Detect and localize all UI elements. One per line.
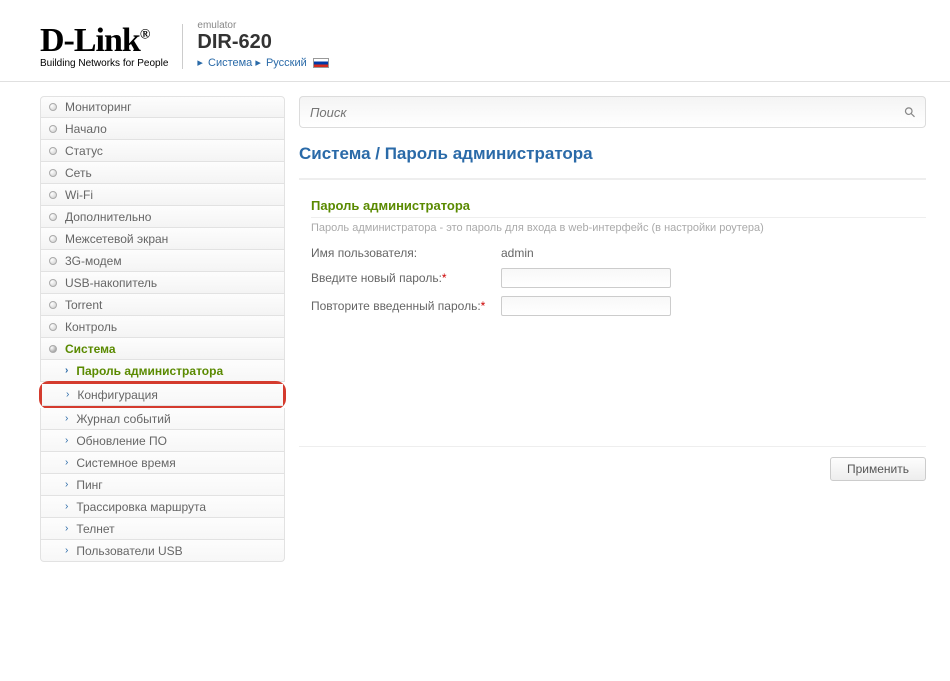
new-password-input[interactable] bbox=[501, 268, 671, 288]
chevron-right-icon: ▸ bbox=[255, 57, 261, 69]
chevron-right-icon: › bbox=[65, 435, 68, 446]
sub-systime[interactable]: ›Системное время bbox=[40, 452, 285, 474]
bullet-icon bbox=[49, 323, 57, 331]
sub-telnet[interactable]: ›Телнет bbox=[40, 518, 285, 540]
main-content: ⚲ Система / Пароль администратора Пароль… bbox=[299, 96, 950, 562]
flag-ru-icon bbox=[313, 58, 329, 68]
nav-status[interactable]: Статус bbox=[40, 140, 285, 162]
newpass-label: Введите новый пароль:* bbox=[311, 271, 501, 285]
sub-usb-users[interactable]: ›Пользователи USB bbox=[40, 540, 285, 562]
nav-start[interactable]: Начало bbox=[40, 118, 285, 140]
model-name: DIR-620 bbox=[197, 31, 328, 54]
nav-control[interactable]: Контроль bbox=[40, 316, 285, 338]
sidebar: Мониторинг Начало Статус Сеть Wi-Fi Допо… bbox=[40, 96, 285, 562]
header: D-Link® Building Networks for People emu… bbox=[0, 0, 950, 82]
page-title: Система / Пароль администратора bbox=[299, 144, 926, 180]
bullet-icon bbox=[49, 235, 57, 243]
brand-tagline: Building Networks for People bbox=[40, 58, 168, 69]
form-row-username: Имя пользователя: admin bbox=[311, 246, 926, 260]
apply-button[interactable]: Применить bbox=[830, 457, 926, 481]
emulator-label: emulator bbox=[197, 20, 328, 31]
chevron-right-icon: › bbox=[65, 479, 68, 490]
search-box[interactable]: ⚲ bbox=[299, 96, 926, 128]
breadcrumb: ▸ Система ▸ Русский bbox=[197, 56, 328, 69]
bullet-icon bbox=[49, 103, 57, 111]
logo-block: D-Link® Building Networks for People bbox=[40, 24, 183, 69]
highlight-annotation: ›Конфигурация bbox=[39, 381, 286, 409]
sub-admin-password[interactable]: ›Пароль администратора bbox=[40, 360, 285, 382]
username-value: admin bbox=[501, 246, 534, 260]
repeat-password-input[interactable] bbox=[501, 296, 671, 316]
chevron-right-icon: › bbox=[66, 389, 69, 400]
repeat-label: Повторите введенный пароль:* bbox=[311, 299, 501, 313]
search-input[interactable] bbox=[310, 105, 915, 120]
chevron-right-icon: › bbox=[65, 545, 68, 556]
nav-firewall[interactable]: Межсетевой экран bbox=[40, 228, 285, 250]
nav-3g[interactable]: 3G-модем bbox=[40, 250, 285, 272]
nav-system[interactable]: Система bbox=[40, 338, 285, 360]
nav-usb[interactable]: USB-накопитель bbox=[40, 272, 285, 294]
form-row-repeat: Повторите введенный пароль:* bbox=[311, 296, 926, 316]
sub-traceroute[interactable]: ›Трассировка маршрута bbox=[40, 496, 285, 518]
nav-wifi[interactable]: Wi-Fi bbox=[40, 184, 285, 206]
sub-firmware[interactable]: ›Обновление ПО bbox=[40, 430, 285, 452]
bullet-icon bbox=[49, 301, 57, 309]
section-title: Пароль администратора bbox=[311, 198, 926, 218]
bullet-icon bbox=[49, 279, 57, 287]
nav-torrent[interactable]: Torrent bbox=[40, 294, 285, 316]
nav-network[interactable]: Сеть bbox=[40, 162, 285, 184]
form-row-newpass: Введите новый пароль:* bbox=[311, 268, 926, 288]
chevron-right-icon: ▸ bbox=[197, 57, 203, 69]
chevron-right-icon: › bbox=[65, 501, 68, 512]
bullet-icon bbox=[49, 191, 57, 199]
sub-event-log[interactable]: ›Журнал событий bbox=[40, 408, 285, 430]
breadcrumb-item[interactable]: Система bbox=[208, 57, 252, 69]
username-label: Имя пользователя: bbox=[311, 246, 501, 260]
breadcrumb-language[interactable]: Русский bbox=[266, 57, 307, 69]
action-bar: Применить bbox=[299, 446, 926, 481]
chevron-right-icon: › bbox=[65, 523, 68, 534]
nav-advanced[interactable]: Дополнительно bbox=[40, 206, 285, 228]
bullet-icon bbox=[49, 147, 57, 155]
sub-configuration[interactable]: ›Конфигурация bbox=[42, 384, 283, 406]
bullet-icon bbox=[49, 345, 57, 353]
bullet-icon bbox=[49, 125, 57, 133]
sub-ping[interactable]: ›Пинг bbox=[40, 474, 285, 496]
chevron-right-icon: › bbox=[65, 413, 68, 424]
nav-monitoring[interactable]: Мониторинг bbox=[40, 96, 285, 118]
bullet-icon bbox=[49, 169, 57, 177]
chevron-right-icon: › bbox=[65, 457, 68, 468]
bullet-icon bbox=[49, 257, 57, 265]
brand-logo: D-Link® bbox=[40, 24, 168, 58]
section-description: Пароль администратора - это пароль для в… bbox=[311, 222, 926, 234]
chevron-right-icon: › bbox=[65, 365, 68, 376]
bullet-icon bbox=[49, 213, 57, 221]
model-block: emulator DIR-620 ▸ Система ▸ Русский bbox=[197, 20, 328, 69]
